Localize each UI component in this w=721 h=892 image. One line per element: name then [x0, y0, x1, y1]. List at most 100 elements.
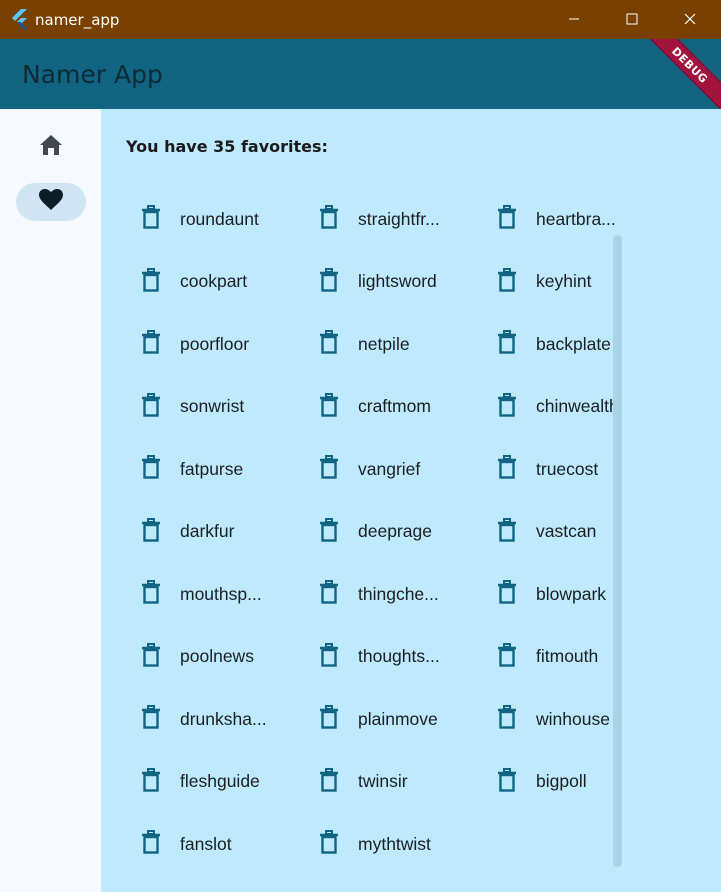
favorite-item: keyhint: [493, 251, 671, 314]
delete-button[interactable]: [493, 517, 521, 546]
delete-button[interactable]: [493, 455, 521, 483]
favorite-item: poolnews: [137, 626, 315, 689]
favorite-item: chinwealth: [493, 376, 671, 439]
delete-button[interactable]: [137, 642, 165, 671]
favorite-item: heartbra...: [493, 188, 671, 251]
maximize-button[interactable]: [603, 0, 661, 39]
trash-icon: [319, 455, 339, 483]
delete-button[interactable]: [137, 580, 165, 608]
delete-button[interactable]: [137, 392, 165, 421]
trash-icon: [497, 642, 517, 671]
minimize-icon: [568, 10, 580, 29]
favorite-label: straightfr...: [358, 208, 440, 229]
favorite-item: craftmom: [315, 376, 493, 439]
favorite-item: mouthsp...: [137, 563, 315, 626]
nav-item-favorites[interactable]: [16, 183, 86, 221]
trash-icon: [319, 705, 339, 733]
delete-button[interactable]: [315, 580, 343, 608]
delete-button[interactable]: [493, 642, 521, 671]
favorite-label: fatpurse: [180, 458, 244, 479]
delete-button[interactable]: [315, 330, 343, 358]
trash-icon: [141, 267, 161, 296]
delete-button[interactable]: [137, 330, 165, 358]
delete-button[interactable]: [493, 580, 521, 608]
favorite-item: thoughts...: [315, 626, 493, 689]
favorite-item: fatpurse: [137, 438, 315, 501]
trash-icon: [497, 267, 517, 296]
delete-button[interactable]: [493, 767, 521, 796]
scrollbar[interactable]: [613, 235, 622, 867]
delete-button[interactable]: [493, 392, 521, 421]
favorite-label: heartbra...: [536, 208, 616, 229]
favorite-label: craftmom: [358, 396, 431, 417]
trash-icon: [497, 330, 517, 358]
flutter-icon: [11, 9, 29, 29]
delete-button[interactable]: [315, 767, 343, 796]
favorite-label: vastcan: [536, 521, 597, 542]
delete-button[interactable]: [493, 267, 521, 296]
delete-button[interactable]: [137, 267, 165, 296]
favorite-item: vastcan: [493, 501, 671, 564]
favorite-item: cookpart: [137, 251, 315, 314]
delete-button[interactable]: [315, 642, 343, 671]
trash-icon: [141, 392, 161, 421]
favorite-label: roundaunt: [180, 208, 259, 229]
delete-button[interactable]: [137, 767, 165, 796]
navigation-rail: [0, 109, 101, 892]
trash-icon: [319, 330, 339, 358]
favorite-item: backplate: [493, 313, 671, 376]
window-titlebar: namer_app: [0, 0, 721, 39]
favorite-label: sonwrist: [180, 396, 245, 417]
minimize-button[interactable]: [545, 0, 603, 39]
trash-icon: [141, 580, 161, 608]
favorite-label: bigpoll: [536, 771, 587, 792]
delete-button[interactable]: [315, 705, 343, 733]
delete-button[interactable]: [137, 455, 165, 483]
favorite-label: darkfur: [180, 521, 235, 542]
favorite-label: netpile: [358, 333, 410, 354]
favorite-label: fleshguide: [180, 771, 260, 792]
app-bar: Namer App DEBUG: [0, 39, 721, 109]
delete-button[interactable]: [315, 267, 343, 296]
close-button[interactable]: [661, 0, 719, 39]
trash-icon: [497, 392, 517, 421]
delete-button[interactable]: [137, 830, 165, 858]
favorite-item: deeprage: [315, 501, 493, 564]
trash-icon: [319, 267, 339, 296]
delete-button[interactable]: [493, 205, 521, 233]
delete-button[interactable]: [315, 455, 343, 483]
favorite-label: fanslot: [180, 833, 232, 854]
favorite-item: drunksha...: [137, 688, 315, 751]
favorite-label: thoughts...: [358, 646, 440, 667]
delete-button[interactable]: [493, 330, 521, 358]
favorite-label: blowpark: [536, 583, 607, 604]
favorite-label: chinwealth: [536, 396, 619, 417]
favorite-item: fitmouth: [493, 626, 671, 689]
favorite-label: truecost: [536, 458, 599, 479]
delete-button[interactable]: [493, 705, 521, 733]
favorite-label: keyhint: [536, 271, 592, 292]
delete-button[interactable]: [137, 705, 165, 733]
favorite-label: fitmouth: [536, 646, 599, 667]
delete-button[interactable]: [137, 205, 165, 233]
favorite-item: thingche...: [315, 563, 493, 626]
delete-button[interactable]: [315, 392, 343, 421]
delete-button[interactable]: [137, 517, 165, 546]
favorite-item: darkfur: [137, 501, 315, 564]
favorite-item: vangrief: [315, 438, 493, 501]
favorite-item: truecost: [493, 438, 671, 501]
delete-button[interactable]: [315, 830, 343, 858]
favorite-item: roundaunt: [137, 188, 315, 251]
favorite-label: cookpart: [180, 271, 248, 292]
trash-icon: [319, 767, 339, 796]
maximize-icon: [626, 10, 638, 29]
window-title: namer_app: [35, 11, 120, 29]
favorite-label: lightsword: [358, 271, 437, 292]
favorite-item: mythtwist: [315, 813, 493, 876]
trash-icon: [141, 705, 161, 733]
delete-button[interactable]: [315, 205, 343, 233]
heart-icon: [38, 188, 64, 216]
nav-item-home[interactable]: [16, 128, 86, 166]
trash-icon: [141, 642, 161, 671]
delete-button[interactable]: [315, 517, 343, 546]
